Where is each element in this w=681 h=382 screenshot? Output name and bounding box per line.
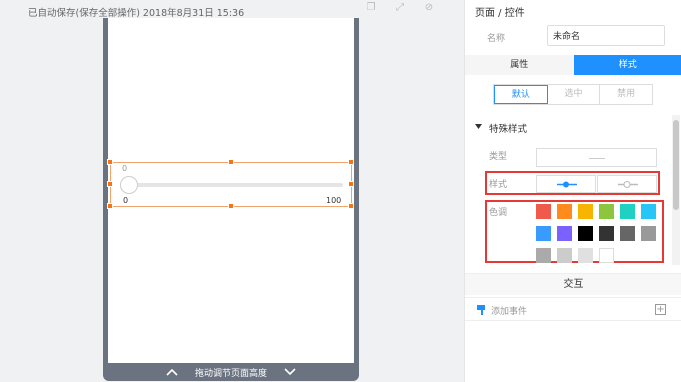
color-swatch[interactable]	[536, 248, 551, 263]
resize-handle-tl[interactable]	[107, 159, 113, 165]
state-default[interactable]: 默认	[494, 85, 548, 104]
canvas-area: 已自动保存(保存全部操作) 2018年8月31日 15:36 ❐ ⤢ ⊘ 拖动调…	[0, 0, 464, 382]
name-field[interactable]	[547, 25, 665, 46]
slider-style-filled-icon	[557, 181, 577, 188]
add-icon[interactable]: +	[655, 304, 666, 315]
color-swatch[interactable]	[536, 226, 551, 241]
color-swatch[interactable]	[557, 226, 572, 241]
fullscreen-icon[interactable]: ⤢	[393, 2, 407, 14]
color-swatch[interactable]	[599, 226, 614, 241]
copy-icon[interactable]: ❐	[364, 2, 378, 14]
name-label: 名称	[487, 34, 506, 44]
color-swatch[interactable]	[641, 226, 656, 241]
color-swatch[interactable]	[578, 248, 593, 263]
color-swatch[interactable]	[620, 226, 635, 241]
slider-value-label: 0	[122, 164, 128, 173]
color-swatch[interactable]	[578, 226, 593, 241]
hide-icon[interactable]: ⊘	[422, 2, 436, 14]
page-height-resizer[interactable]: 拖动调节页面高度	[103, 363, 359, 381]
autosave-status: 已自动保存(保存全部操作) 2018年8月31日 15:36	[28, 8, 245, 19]
slider-max-label: 100	[326, 196, 342, 205]
state-tabs: 默认 选中 禁用	[493, 84, 653, 105]
panel-scrollbar[interactable]	[672, 115, 680, 265]
state-disabled[interactable]: 禁用	[600, 85, 652, 104]
type-select[interactable]	[536, 148, 657, 167]
resize-handle-bl[interactable]	[107, 203, 113, 209]
color-swatch[interactable]	[620, 204, 635, 219]
breadcrumb: 页面 / 控件	[475, 8, 525, 19]
resize-handle-mr[interactable]	[348, 181, 354, 187]
resize-handle-ml[interactable]	[107, 181, 113, 187]
resize-handle-br[interactable]	[348, 203, 354, 209]
color-swatch[interactable]	[557, 248, 572, 263]
slider-track[interactable]	[125, 183, 343, 187]
flag-icon	[477, 305, 485, 315]
resize-label: 拖动调节页面高度	[194, 368, 267, 379]
section-title[interactable]: 特殊样式	[489, 121, 527, 135]
panel-tabs: 属性 样式	[465, 55, 681, 75]
add-event-label: 添加事件	[491, 307, 528, 317]
resize-handle-tm[interactable]	[228, 159, 234, 165]
add-event-row[interactable]: 添加事件 +	[465, 297, 681, 321]
interaction-title: 交互	[465, 273, 681, 295]
canvas-toolbar: ❐ ⤢ ⊘	[364, 2, 436, 16]
state-selected[interactable]: 选中	[548, 85, 601, 104]
color-label: 色调	[489, 208, 508, 218]
chevron-up-icon[interactable]	[165, 367, 179, 377]
resize-handle-tr[interactable]	[348, 159, 354, 165]
style-option-outline[interactable]	[597, 175, 657, 193]
type-value-dash	[589, 158, 605, 159]
color-swatch[interactable]	[599, 204, 614, 219]
color-swatch[interactable]	[641, 204, 656, 219]
properties-panel: 页面 / 控件 名称 属性 样式 默认 选中 禁用 特殊样式 类型 样式 色调 …	[464, 0, 681, 382]
color-swatch[interactable]	[536, 204, 551, 219]
resize-handle-bm[interactable]	[228, 203, 234, 209]
color-highlight	[485, 200, 664, 263]
slider-min-label: 0	[123, 196, 129, 205]
tab-properties[interactable]: 属性	[465, 55, 574, 75]
color-swatch[interactable]	[599, 248, 614, 263]
style-option-filled[interactable]	[536, 175, 596, 193]
slider-style-outline-icon	[618, 181, 638, 188]
tab-style[interactable]: 样式	[573, 55, 681, 75]
type-label: 类型	[489, 152, 508, 162]
scrollbar-thumb[interactable]	[673, 120, 679, 210]
slider-knob[interactable]	[120, 176, 138, 194]
color-swatch[interactable]	[557, 204, 572, 219]
style-label: 样式	[489, 180, 508, 190]
chevron-down-icon[interactable]	[283, 367, 297, 377]
caret-down-icon[interactable]	[475, 124, 482, 130]
color-swatch[interactable]	[578, 204, 593, 219]
